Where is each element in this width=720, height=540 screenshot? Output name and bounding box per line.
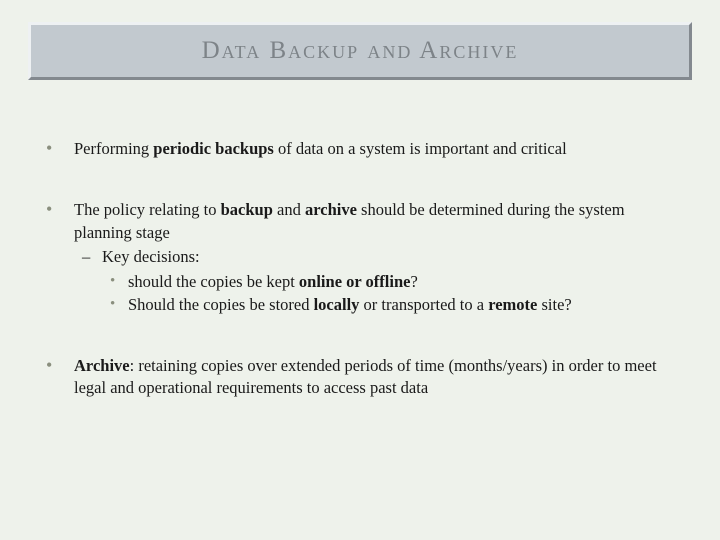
sub-item: Key decisions: should the copies be kept … — [74, 246, 680, 316]
bullet-text: The policy relating to backup and archiv… — [74, 200, 625, 242]
sub-text: Key decisions: — [102, 247, 200, 266]
sub2-item: should the copies be kept online or offl… — [102, 271, 680, 294]
bullet-item: Performing periodic backups of data on a… — [40, 138, 680, 161]
bullet-text: Archive: retaining copies over extended … — [74, 356, 657, 398]
title-bar: Data Backup and Archive — [28, 22, 692, 80]
sub2-list: should the copies be kept online or offl… — [102, 271, 680, 317]
slide-title: Data Backup and Archive — [202, 37, 519, 65]
slide-content: Performing periodic backups of data on a… — [40, 138, 680, 438]
bullet-list: Performing periodic backups of data on a… — [40, 138, 680, 400]
sub2-text: Should the copies be stored locally or t… — [128, 295, 572, 314]
sub2-item: Should the copies be stored locally or t… — [102, 294, 680, 317]
bullet-item: The policy relating to backup and archiv… — [40, 199, 680, 317]
sub2-text: should the copies be kept online or offl… — [128, 272, 418, 291]
bullet-item: Archive: retaining copies over extended … — [40, 355, 680, 401]
sub-list: Key decisions: should the copies be kept … — [74, 246, 680, 316]
bullet-text: Performing periodic backups of data on a… — [74, 139, 567, 158]
